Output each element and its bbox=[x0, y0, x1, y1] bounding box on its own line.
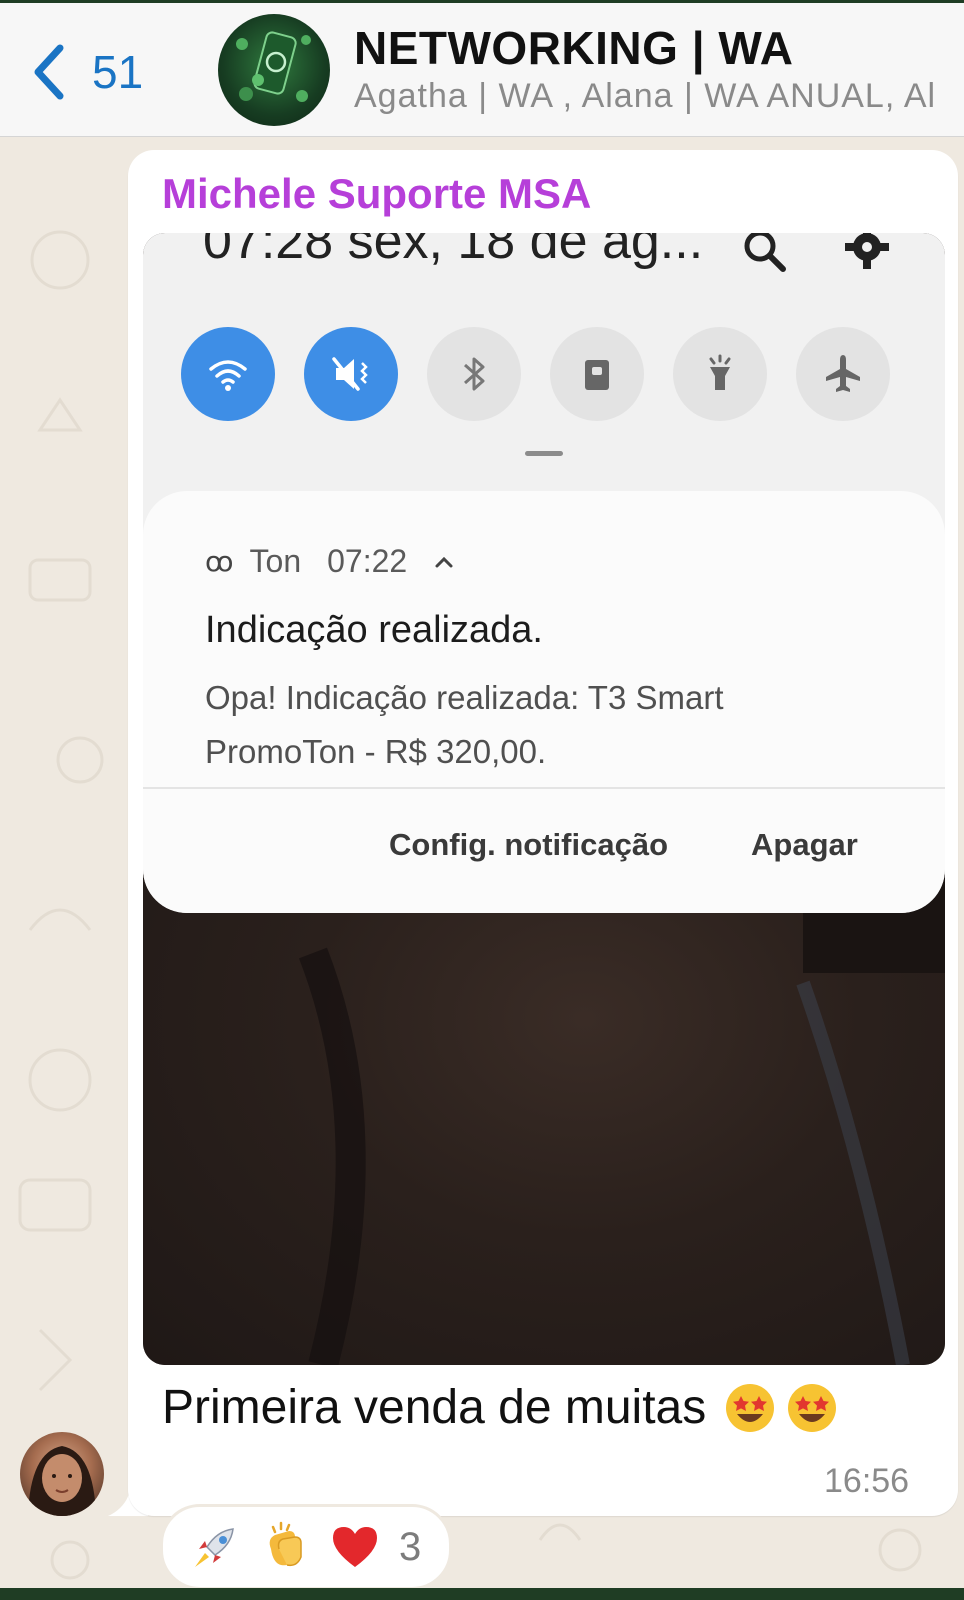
unread-count: 51 bbox=[92, 46, 144, 98]
red-heart-icon bbox=[333, 1527, 377, 1567]
notification-settings-button[interactable]: Config. notificação bbox=[389, 827, 668, 863]
group-avatar[interactable] bbox=[218, 14, 330, 126]
reaction-count: 3 bbox=[399, 1524, 422, 1569]
search-icon bbox=[744, 233, 786, 272]
rocket-icon bbox=[195, 1528, 234, 1567]
chevron-up-icon[interactable] bbox=[431, 549, 457, 575]
notification-divider bbox=[143, 787, 945, 789]
qs-airplane-toggle[interactable] bbox=[796, 327, 890, 421]
bottom-edge bbox=[0, 1588, 964, 1600]
portrait-lock-icon bbox=[585, 360, 609, 390]
message-caption: Primeira venda de muitas bbox=[162, 1380, 838, 1435]
notification-header: ꝏ Ton 07:22 bbox=[205, 543, 457, 580]
qs-bluetooth-toggle[interactable] bbox=[427, 327, 521, 421]
caption-text: Primeira venda de muitas bbox=[162, 1381, 707, 1434]
sender-avatar[interactable] bbox=[20, 1432, 104, 1516]
clapping-hands-icon bbox=[269, 1521, 302, 1567]
notification-clear-button[interactable]: Apagar bbox=[751, 827, 858, 863]
gear-icon bbox=[845, 233, 889, 269]
qs-rotation-toggle[interactable] bbox=[550, 327, 644, 421]
message-time: 16:56 bbox=[824, 1462, 910, 1500]
sender-name[interactable]: Michele Suporte MSA bbox=[162, 170, 591, 218]
wifi-icon bbox=[209, 360, 247, 391]
group-members: Agatha | WA , Alana | WA ANUAL, Al bbox=[354, 77, 937, 115]
notification-card[interactable]: ꝏ Ton 07:22 Indicação realizada. Opa! In… bbox=[143, 491, 945, 913]
flashlight-icon bbox=[709, 354, 731, 390]
status-datetime: 07:28 sex, 18 de ag... bbox=[203, 233, 704, 270]
chevron-left-icon bbox=[34, 44, 64, 100]
message-image[interactable]: 07:28 sex, 18 de ag... ꝏ Ton 07:22 Indic… bbox=[143, 233, 945, 1365]
person-photo bbox=[28, 1446, 96, 1516]
notification-title: Indicação realizada. bbox=[205, 609, 543, 651]
group-title[interactable]: NETWORKING | WA bbox=[354, 21, 793, 75]
notification-app-name: Ton bbox=[249, 543, 302, 579]
ton-app-icon: ꝏ bbox=[205, 546, 234, 577]
notification-body: Opa! Indicação realizada: T3 Smart Promo… bbox=[205, 679, 724, 770]
back-button[interactable]: 51 bbox=[30, 37, 143, 107]
whatsapp-phone-icon bbox=[236, 31, 311, 102]
message-reactions[interactable]: 3 bbox=[160, 1504, 453, 1590]
mute-vibrate-icon bbox=[332, 357, 368, 391]
chat-header: 51 NETWORKING | WA Agatha | WA , Alana |… bbox=[0, 3, 964, 137]
qs-flashlight-toggle[interactable] bbox=[673, 327, 767, 421]
airplane-icon bbox=[826, 355, 860, 392]
star-struck-emoji-icon bbox=[788, 1383, 837, 1432]
panel-drag-handle[interactable] bbox=[525, 451, 563, 456]
qs-mute-toggle[interactable] bbox=[304, 327, 398, 421]
notification-time: 07:22 bbox=[327, 543, 408, 579]
star-struck-emoji-icon bbox=[726, 1383, 775, 1432]
quick-settings-panel: 07:28 sex, 18 de ag... ꝏ Ton 07:22 Indic… bbox=[143, 233, 945, 913]
bluetooth-icon bbox=[464, 357, 485, 391]
qs-wifi-toggle[interactable] bbox=[181, 327, 275, 421]
